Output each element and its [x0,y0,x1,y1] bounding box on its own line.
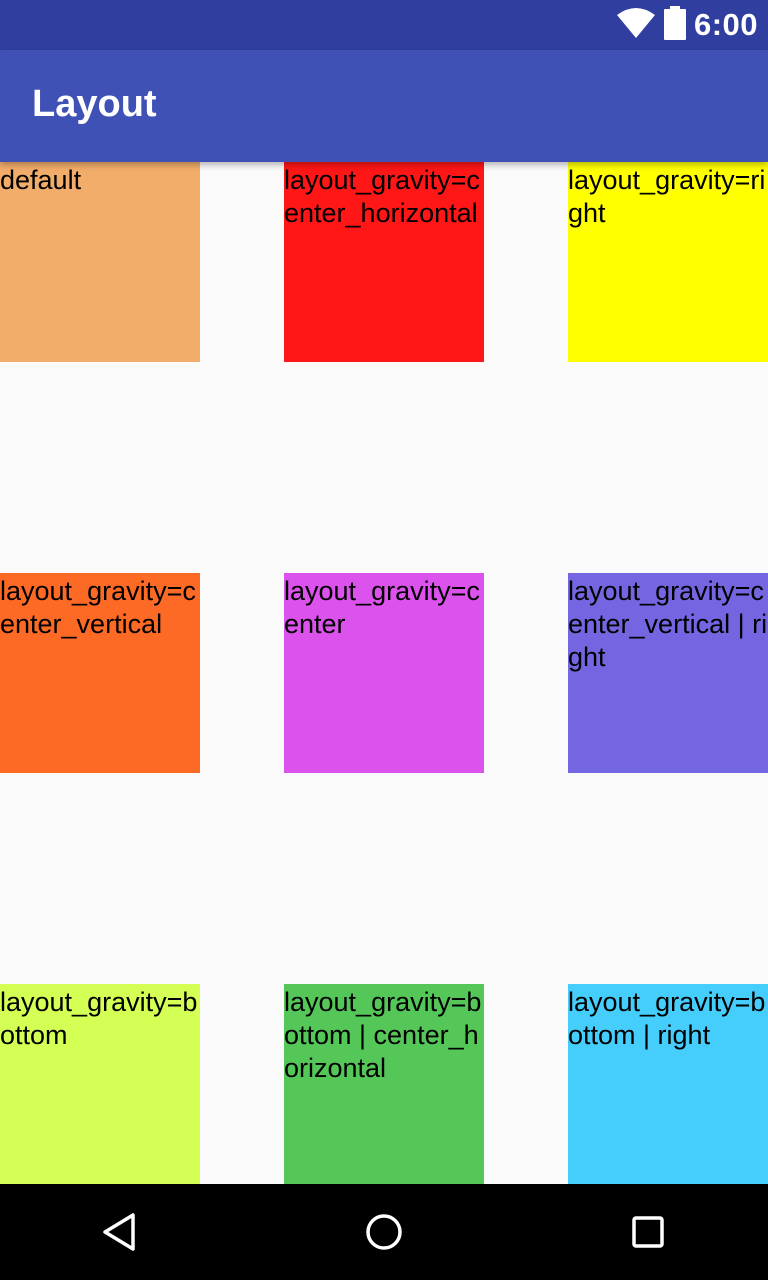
box-center-vertical-right: layout_gravity=center_vertical | right [568,573,768,773]
gravity-demo-layout: default layout_gravity=center_horizontal… [0,162,768,1184]
box-bottom-right: layout_gravity=bottom | right [568,984,768,1184]
navigation-bar [0,1184,768,1280]
status-bar: 6:00 [0,0,768,50]
app-title: Layout [32,83,157,125]
box-bottom-center-horizontal: layout_gravity=bottom | center_horizonta… [284,984,484,1184]
box-center-horizontal: layout_gravity=center_horizontal [284,162,484,362]
home-icon[interactable] [352,1200,416,1264]
box-default: default [0,162,200,362]
box-center: layout_gravity=center [284,573,484,773]
status-time: 6:00 [693,7,758,42]
battery-icon [663,5,686,45]
box-right: layout_gravity=right [568,162,768,362]
wifi-icon [616,7,656,44]
recents-icon[interactable] [616,1200,680,1264]
box-center-vertical: layout_gravity=center_vertical [0,573,200,773]
back-icon[interactable] [88,1200,152,1264]
box-bottom: layout_gravity=bottom [0,984,200,1184]
app-bar: Layout [0,50,768,162]
status-icons: 6:00 [616,0,758,50]
